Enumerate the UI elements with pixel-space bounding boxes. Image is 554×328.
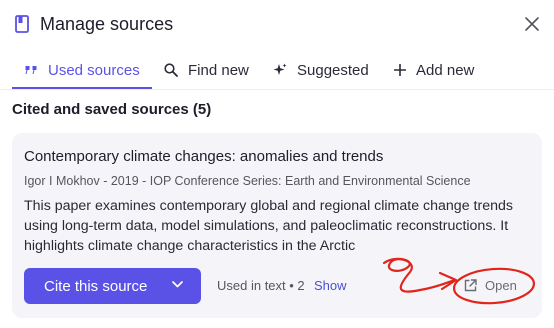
tab-find-new[interactable]: Find new bbox=[164, 50, 249, 90]
quote-icon bbox=[25, 66, 37, 74]
tab-used-sources[interactable]: Used sources bbox=[25, 50, 140, 90]
external-link-icon bbox=[464, 279, 477, 292]
open-button[interactable]: Open bbox=[464, 278, 517, 293]
tab-bar: Used sources Find new Suggested Add new bbox=[0, 50, 554, 90]
cite-this-source-button[interactable]: Cite this source bbox=[24, 268, 201, 304]
tab-label: Find new bbox=[188, 61, 249, 79]
chevron-down-icon bbox=[172, 281, 183, 288]
sparkle-icon bbox=[273, 63, 287, 75]
tab-label: Add new bbox=[416, 61, 475, 79]
section-title: Cited and saved sources (5) bbox=[12, 101, 212, 118]
source-meta: Igor I Mokhov - 2019 - IOP Conference Se… bbox=[24, 174, 471, 188]
plus-icon bbox=[394, 64, 406, 76]
cite-button-label: Cite this source bbox=[44, 277, 148, 295]
tab-suggested[interactable]: Suggested bbox=[273, 50, 369, 90]
search-icon bbox=[164, 63, 178, 77]
book-icon bbox=[15, 15, 29, 33]
tab-label: Suggested bbox=[297, 61, 369, 79]
close-icon[interactable] bbox=[524, 16, 540, 32]
source-card: Contemporary climate changes: anomalies … bbox=[12, 133, 542, 318]
show-link[interactable]: Show bbox=[314, 278, 347, 293]
source-title: Contemporary climate changes: anomalies … bbox=[24, 148, 384, 165]
tab-label: Used sources bbox=[48, 61, 140, 79]
dialog-header: Manage sources bbox=[0, 0, 554, 48]
open-label: Open bbox=[485, 278, 517, 293]
source-description: This paper examines contemporary global … bbox=[24, 198, 513, 254]
used-in-text-count: Used in text • 2 bbox=[217, 278, 305, 293]
tab-add-new[interactable]: Add new bbox=[394, 50, 474, 90]
tabs-divider bbox=[0, 89, 554, 90]
dialog-title: Manage sources bbox=[40, 14, 174, 34]
